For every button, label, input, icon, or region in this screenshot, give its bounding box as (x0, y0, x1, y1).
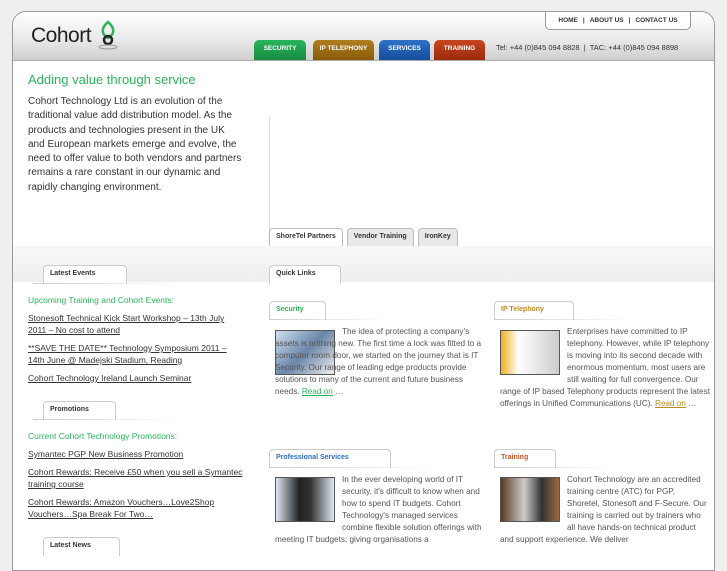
quicklink-training-tab[interactable]: Training (494, 449, 556, 468)
quick-links-tab[interactable]: Quick Links (269, 265, 341, 284)
latest-news-tab[interactable]: Latest News (43, 537, 120, 556)
divider: | (582, 16, 585, 24)
intro-text: Cohort Technology Ltd is an evolution of… (28, 96, 242, 193)
events-subheading: Upcoming Training and Cohort Events: (28, 295, 174, 305)
nav-contact-us[interactable]: CONTACT US (635, 17, 677, 24)
quicklink-professional-services-tab[interactable]: Professional Services (269, 449, 391, 468)
tab-services[interactable]: SERVICES (379, 40, 430, 60)
divider: | (628, 16, 631, 24)
tab-ip-telephony[interactable]: IP TELEPHONY (313, 40, 374, 60)
promotions-tab[interactable]: Promotions (43, 401, 116, 420)
divider (269, 319, 389, 320)
divider (269, 116, 270, 246)
tab-security[interactable]: SECURITY (254, 40, 306, 60)
tab-shoretel-partners[interactable]: ShoreTel Partners (269, 228, 343, 248)
feature-tabs: ShoreTel Partners Vendor Training IronKe… (269, 228, 458, 248)
logo-mark-icon (98, 20, 118, 50)
divider (33, 283, 183, 284)
professional-services-text: In the ever developing world of IT secur… (275, 475, 482, 544)
promotion-link[interactable]: Cohort Rewards: Amazon Vouchers…Love2Sho… (28, 496, 243, 520)
tab-training[interactable]: TRAINING (434, 40, 485, 60)
divider (494, 319, 634, 320)
tab-vendor-training[interactable]: Vendor Training (346, 228, 414, 247)
divider (33, 419, 183, 420)
ip-telephony-text: Enterprises have committed to IP telepho… (500, 327, 710, 408)
latest-events-tab[interactable]: Latest Events (43, 265, 127, 284)
promotion-link[interactable]: Symantec PGP New Business Promotion (28, 448, 243, 460)
page-container: Cohort HOME | ABOUT US | CONTACT US SECURI… (12, 11, 715, 571)
intro-heading: Adding value through service (28, 72, 196, 87)
read-on-link[interactable]: Read on (302, 387, 333, 396)
promotions-subheading: Current Cohort Technology Promotions: (28, 431, 178, 441)
read-on-link[interactable]: Read on (655, 399, 686, 408)
security-text: The idea of protecting a company's asset… (275, 327, 481, 396)
tab-ironkey[interactable]: IronKey (417, 228, 458, 247)
quicklink-security-tab[interactable]: Security (269, 301, 326, 320)
divider (269, 467, 439, 468)
logo[interactable]: Cohort (31, 24, 92, 48)
training-text: Cohort Technology are an accredited trai… (500, 475, 707, 544)
top-nav: HOME | ABOUT US | CONTACT US (545, 12, 691, 30)
phone-numbers: Tel: +44 (0)845 094 8828 | TAC: +44 (0)8… (496, 43, 679, 52)
nav-home[interactable]: HOME (558, 17, 578, 24)
divider (494, 467, 614, 468)
header: Cohort HOME | ABOUT US | CONTACT US SECURI… (13, 12, 714, 61)
promotion-link[interactable]: Cohort Rewards: Receive £50 when you sel… (28, 466, 243, 490)
quicklink-ip-telephony-tab[interactable]: IP Telephony (494, 301, 574, 320)
nav-about-us[interactable]: ABOUT US (590, 17, 624, 24)
